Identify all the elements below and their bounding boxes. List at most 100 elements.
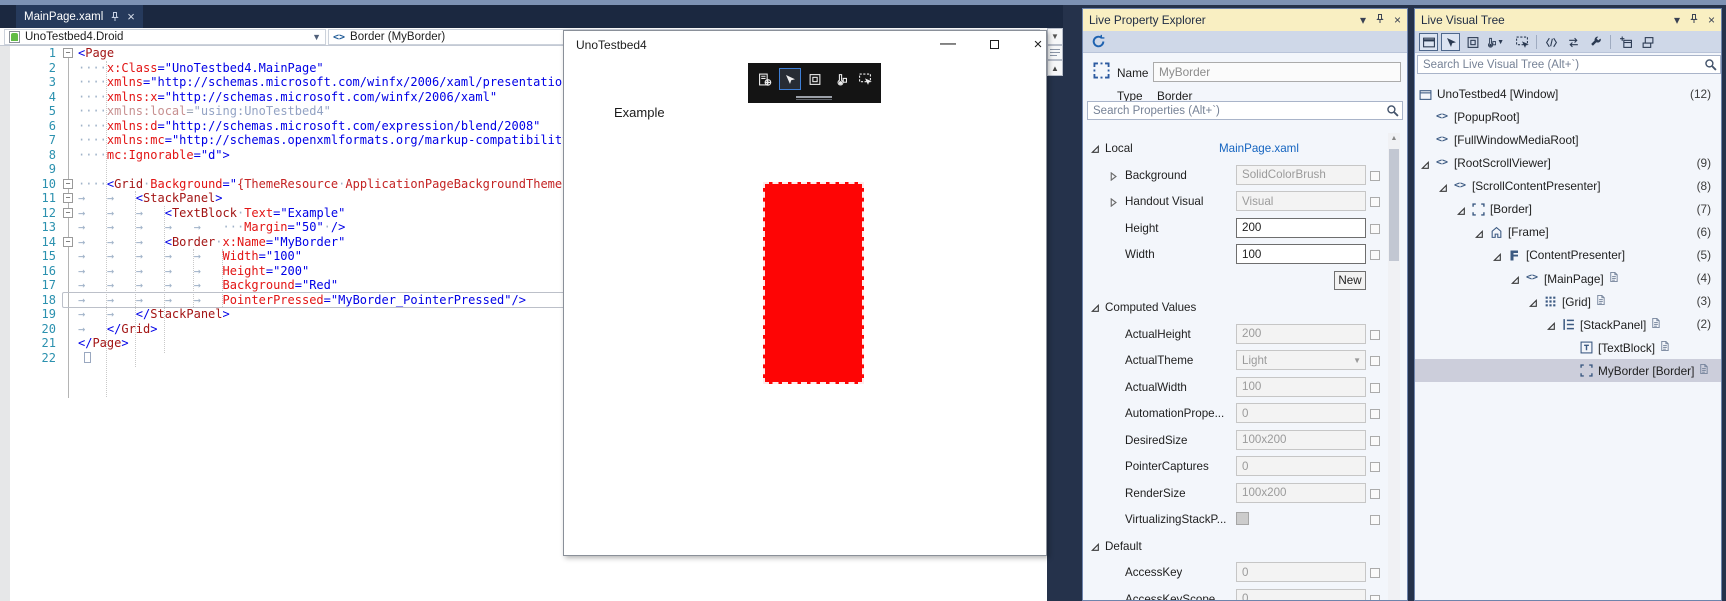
close-icon[interactable]: × xyxy=(127,10,135,23)
pin-property-checkbox[interactable] xyxy=(1370,223,1380,234)
select-element-icon[interactable] xyxy=(1512,33,1531,51)
scroll-up-icon[interactable]: ▲ xyxy=(1047,60,1063,76)
expand-icon[interactable] xyxy=(1109,171,1118,184)
pin-property-checkbox[interactable] xyxy=(1370,568,1380,578)
property-value[interactable]: 200 xyxy=(1236,323,1366,344)
fold-toggle-icon[interactable]: − xyxy=(63,193,73,203)
property-section-header[interactable]: Computed Values xyxy=(1083,295,1407,321)
fold-toggle-icon[interactable]: − xyxy=(63,178,73,189)
enable-selection-icon[interactable] xyxy=(1441,33,1460,51)
property-value[interactable]: Light ▼ xyxy=(1236,350,1366,370)
tree-row[interactable]: <> [RootScrollViewer] (9) xyxy=(1415,152,1721,175)
pin-property-checkbox[interactable] xyxy=(1370,488,1380,499)
goto-live-visual-tree-icon[interactable] xyxy=(754,68,776,90)
sync-selection-icon[interactable] xyxy=(1564,33,1583,51)
pin-property-checkbox[interactable] xyxy=(1370,197,1380,207)
select-window-icon[interactable] xyxy=(1419,33,1438,51)
source-file-link[interactable]: MainPage.xaml xyxy=(1219,142,1299,155)
enable-selection-icon[interactable] xyxy=(779,68,801,90)
property-value[interactable]: 100 xyxy=(1236,376,1366,397)
tree-row[interactable]: [Frame] (6) xyxy=(1415,221,1721,244)
property-value[interactable]: 0 xyxy=(1236,403,1366,423)
pin-property-checkbox[interactable] xyxy=(1370,356,1380,366)
lpe-scrollbar-thumb[interactable] xyxy=(1389,149,1399,261)
expand-icon[interactable] xyxy=(1546,320,1556,334)
name-field[interactable]: MyBorder xyxy=(1153,62,1401,82)
pin-property-checkbox[interactable] xyxy=(1370,462,1380,472)
tree-row[interactable]: <> [FullWindowMediaRoot] xyxy=(1415,129,1721,152)
pin-property-checkbox[interactable] xyxy=(1370,409,1380,419)
property-checkbox[interactable] xyxy=(1236,512,1249,525)
document-icon[interactable] xyxy=(1659,340,1670,355)
tree-row[interactable]: <> [ScrollContentPresenter] (8) xyxy=(1415,175,1721,198)
property-value[interactable]: Visual xyxy=(1236,191,1366,211)
search-icon[interactable] xyxy=(1386,104,1399,122)
myborder-red-rectangle[interactable] xyxy=(763,182,864,384)
close-button[interactable]: × xyxy=(1024,33,1052,55)
fold-toggle-icon[interactable]: − xyxy=(63,236,73,247)
search-properties-input[interactable] xyxy=(1087,101,1403,120)
property-value[interactable]: 0 xyxy=(1236,588,1366,600)
display-layout-adorners-icon[interactable] xyxy=(1463,33,1482,51)
project-dropdown[interactable]: UnoTestbed4.Droid ▼ xyxy=(4,29,326,45)
tree-row[interactable]: <> [PopupRoot] xyxy=(1415,106,1721,129)
pin-property-checkbox[interactable] xyxy=(1370,250,1380,260)
track-focused-element-icon[interactable]: ▼ xyxy=(1485,33,1504,51)
property-value[interactable]: 0 xyxy=(1236,456,1366,476)
tree-row[interactable]: [ContentPresenter] (5) xyxy=(1415,244,1721,267)
tree-row[interactable]: UnoTestbed4 [Window] (12) xyxy=(1415,83,1721,106)
pin-property-checkbox[interactable] xyxy=(1370,329,1380,340)
collapse-all-icon[interactable] xyxy=(1638,33,1657,51)
expand-icon[interactable] xyxy=(1109,197,1118,210)
new-property-button[interactable]: New xyxy=(1334,270,1366,290)
expand-icon[interactable] xyxy=(1492,251,1502,265)
expand-icon[interactable] xyxy=(1528,297,1538,311)
maximize-button[interactable] xyxy=(980,33,1008,55)
property-section-header[interactable]: Local MainPage.xaml xyxy=(1083,136,1407,162)
search-icon[interactable] xyxy=(1704,58,1717,76)
close-icon[interactable]: × xyxy=(1708,14,1715,26)
property-value[interactable]: 100x200 xyxy=(1236,482,1366,503)
property-value[interactable]: 0 xyxy=(1236,562,1366,582)
expand-icon[interactable] xyxy=(1456,205,1466,219)
pin-property-checkbox[interactable] xyxy=(1370,594,1380,600)
close-icon[interactable]: × xyxy=(1394,14,1401,26)
property-value[interactable]: SolidColorBrush xyxy=(1236,164,1366,185)
tree-row[interactable]: [Border] (7) xyxy=(1415,198,1721,221)
refresh-icon[interactable] xyxy=(1091,34,1106,54)
property-value[interactable]: 200 xyxy=(1236,217,1366,238)
editor-scrollbar-track[interactable] xyxy=(1047,76,1063,601)
property-value[interactable]: 100x200 xyxy=(1236,429,1366,450)
tab-mainpage-xaml[interactable]: MainPage.xaml × xyxy=(16,5,143,28)
expand-all-icon[interactable] xyxy=(1616,33,1635,51)
settings-icon[interactable] xyxy=(1586,33,1605,51)
toolbar-drag-handle[interactable] xyxy=(796,96,832,98)
window-position-icon[interactable]: ▾ xyxy=(1360,14,1366,26)
pin-property-checkbox[interactable] xyxy=(1370,435,1380,446)
tree-row[interactable]: MyBorder [Border] xyxy=(1415,358,1721,382)
tree-row[interactable]: <> [MainPage] (4) xyxy=(1415,267,1721,290)
pin-icon[interactable] xyxy=(1375,13,1385,27)
just-my-xaml-icon[interactable] xyxy=(1542,33,1561,51)
select-element-icon[interactable] xyxy=(854,68,876,90)
document-icon[interactable] xyxy=(1698,363,1709,378)
property-value[interactable]: 100 xyxy=(1236,244,1366,264)
app-window[interactable]: UnoTestbed4 — × Example xyxy=(563,30,1047,556)
display-layout-adorners-icon[interactable] xyxy=(804,68,826,90)
pin-property-checkbox[interactable] xyxy=(1370,382,1380,393)
tree-row[interactable]: [StackPanel] (2) xyxy=(1415,313,1721,336)
lvt-title-bar[interactable]: Live Visual Tree ▾ × xyxy=(1415,9,1721,31)
tree-row[interactable]: [Grid] (3) xyxy=(1415,290,1721,313)
expand-icon[interactable] xyxy=(1438,182,1448,196)
track-focused-element-icon[interactable] xyxy=(829,68,851,90)
expand-icon[interactable] xyxy=(1420,159,1430,173)
window-position-icon[interactable]: ▾ xyxy=(1674,14,1680,26)
fold-toggle-icon[interactable]: − xyxy=(63,207,73,218)
tree-row[interactable]: [TextBlock] xyxy=(1415,336,1721,359)
fold-toggle-icon[interactable]: − xyxy=(63,48,73,58)
pin-icon[interactable] xyxy=(110,11,120,22)
pin-property-checkbox[interactable] xyxy=(1370,170,1380,181)
property-section-header[interactable]: Default xyxy=(1083,534,1407,560)
expand-icon[interactable] xyxy=(1510,274,1520,288)
expand-icon[interactable] xyxy=(1474,228,1484,242)
